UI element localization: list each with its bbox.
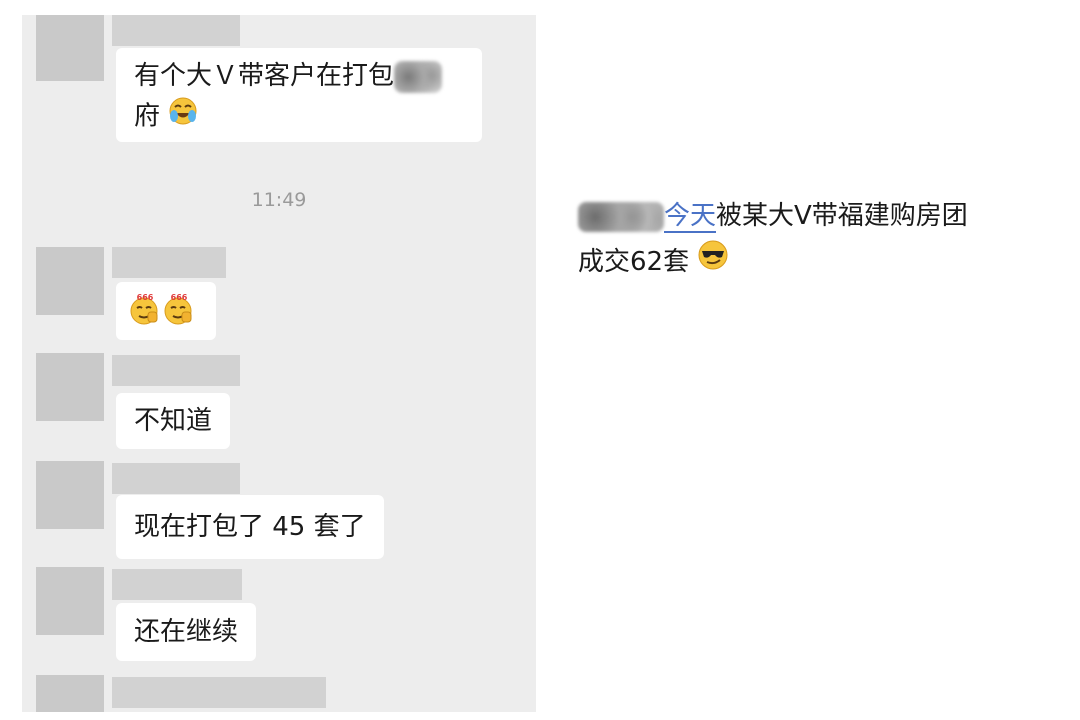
message-bubble[interactable]: 现在打包了 45 套了	[116, 495, 384, 559]
post-text-segment: 成交62套	[578, 247, 690, 277]
666-thumbs-up-emoji-icon: 666	[128, 292, 162, 338]
666-thumbs-up-emoji-icon: 666	[162, 292, 196, 338]
post-line: 成交62套	[578, 239, 1038, 286]
post-text: 今天被某大V带福建购房团 成交62套	[578, 193, 1038, 286]
avatar[interactable]	[36, 461, 104, 529]
sender-name-redacted	[112, 677, 326, 708]
post-text-segment: 被某大V带福建购房团	[716, 201, 968, 231]
message-bubble[interactable]: 666 666	[116, 282, 216, 340]
avatar[interactable]	[36, 567, 104, 635]
avatar[interactable]	[36, 247, 104, 315]
chat-screenshot: 有个大Ｖ带客户在打包 府 11:49 666 666 不知道 现在打包了 45 …	[22, 15, 536, 712]
avatar[interactable]	[36, 353, 104, 421]
message-text: 还在继续	[134, 617, 239, 647]
sender-name-redacted	[112, 569, 242, 600]
message-text: 府	[134, 101, 161, 132]
topic-link[interactable]: 今天	[664, 201, 717, 233]
sender-name-redacted	[112, 15, 240, 46]
svg-text:666: 666	[171, 293, 188, 302]
message-text: 有个大Ｖ带客户在打包	[134, 61, 395, 91]
sender-name-redacted	[112, 463, 240, 494]
redacted-text	[394, 60, 443, 93]
message-bubble[interactable]: 还在继续	[116, 603, 257, 661]
screenshot-composite: 有个大Ｖ带客户在打包 府 11:49 666 666 不知道 现在打包了 45 …	[0, 0, 1080, 720]
message-text: 现在打包了 45 套了	[134, 512, 366, 542]
svg-text:666: 666	[137, 293, 154, 302]
avatar[interactable]	[36, 675, 104, 712]
message-bubble[interactable]: 不知道	[116, 393, 231, 449]
sunglasses-emoji-icon	[697, 239, 729, 286]
message-bubble[interactable]: 有个大Ｖ带客户在打包 府	[116, 48, 482, 142]
redacted-text	[578, 201, 664, 232]
message-text: 不知道	[134, 406, 213, 436]
timestamp: 11:49	[251, 189, 307, 211]
crying-laughing-emoji-icon	[168, 96, 198, 138]
avatar[interactable]	[36, 15, 104, 81]
post-line: 今天被某大V带福建购房团	[578, 193, 1038, 239]
sender-name-redacted	[112, 247, 226, 278]
sender-name-redacted	[112, 355, 240, 386]
